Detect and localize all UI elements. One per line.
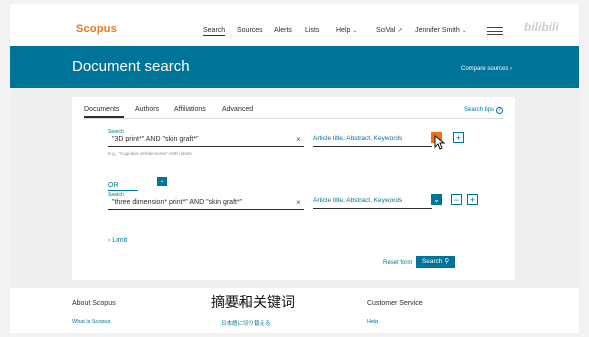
chevron-down-icon: ⌄: [352, 28, 358, 34]
tab-authors[interactable]: Authors: [135, 106, 159, 113]
add-row-button[interactable]: +: [467, 194, 478, 205]
chevron-down-icon: ⌄: [159, 178, 165, 184]
footer-about-heading: About Scopus: [72, 300, 116, 307]
search-icon: ⚲: [444, 258, 450, 265]
search-tips-link[interactable]: Search tips?: [464, 107, 504, 114]
user-name: Jennifer Smith: [415, 27, 460, 34]
nav-search[interactable]: Search: [203, 27, 226, 36]
top-navigation-bar: Scopus Search Sources Alerts Lists Help ⌄…: [10, 4, 579, 46]
video-watermark: bilibili: [524, 20, 559, 34]
search-button[interactable]: Search ⚲: [416, 256, 455, 268]
search-hint: E.g., "Cognitive architectures" AND robo…: [108, 151, 192, 156]
search-input-underline: [108, 146, 304, 147]
search-input-1[interactable]: "3D print*" AND "skin graft*": [112, 136, 199, 143]
chevron-down-icon: ⌄: [432, 194, 441, 204]
search-field-label: Search: [108, 129, 124, 135]
footer-what-is-scopus-link[interactable]: What is Scopus: [72, 319, 110, 325]
mouse-cursor-icon: [434, 135, 446, 150]
boolean-operator-select[interactable]: OR: [108, 182, 119, 189]
footer-customer-service-heading: Customer Service: [367, 300, 423, 307]
compare-sources-link[interactable]: Compare sources ›: [461, 66, 512, 72]
search-tips-label: Search tips: [464, 107, 495, 113]
operator-dropdown-button[interactable]: ⌄: [157, 177, 167, 186]
nav-lists[interactable]: Lists: [305, 27, 319, 34]
footer-language-link[interactable]: 日本語に切り替える: [221, 319, 270, 327]
clear-icon[interactable]: ×: [296, 135, 301, 144]
scope-dropdown-button-2[interactable]: ⌄: [431, 194, 442, 205]
limit-label: Limit: [112, 237, 128, 244]
scope-underline: [313, 146, 432, 147]
clear-icon[interactable]: ×: [296, 198, 301, 207]
nav-scival[interactable]: SciVal ↗: [376, 27, 402, 34]
video-subtitle: 摘要和关键词: [211, 295, 295, 311]
tab-advanced[interactable]: Advanced: [222, 106, 253, 113]
nav-alerts[interactable]: Alerts: [274, 27, 292, 34]
chevron-right-icon: ›: [510, 66, 513, 72]
nav-help-label: Help: [336, 27, 351, 34]
limit-toggle[interactable]: › Limit: [108, 237, 127, 244]
external-link-icon: ↗: [397, 28, 403, 34]
compare-sources-label: Compare sources: [461, 66, 509, 72]
nav-help[interactable]: Help ⌄: [336, 27, 357, 34]
operator-underline: [108, 190, 138, 191]
tabs-divider: [84, 118, 503, 119]
chevron-down-icon: ⌄: [461, 28, 467, 34]
minus-icon: −: [453, 195, 460, 205]
scope-underline: [313, 208, 432, 209]
search-button-label: Search: [421, 258, 443, 265]
nav-user-menu[interactable]: Jennifer Smith ⌄: [415, 27, 467, 34]
search-field-label: Search: [108, 192, 124, 198]
page-banner: Document search Compare sources ›: [10, 46, 579, 88]
remove-row-button[interactable]: −: [451, 194, 462, 205]
page-title: Document search: [72, 58, 190, 75]
app-frame: Scopus Search Sources Alerts Lists Help ⌄…: [10, 4, 579, 333]
field-scope-select-1[interactable]: Article title, Abstract, Keywords: [313, 135, 402, 142]
help-circle-icon: ?: [496, 107, 504, 114]
scopus-logo[interactable]: Scopus: [76, 23, 117, 35]
reset-form-link[interactable]: Reset form: [383, 260, 412, 266]
chevron-right-icon: ›: [108, 237, 111, 244]
search-form-card: Documents Authors Affiliations Advanced …: [72, 97, 515, 280]
plus-icon: +: [455, 133, 462, 143]
nav-scival-label: SciVal: [376, 27, 396, 34]
add-row-button[interactable]: +: [453, 132, 464, 143]
tab-affiliations[interactable]: Affiliations: [174, 106, 206, 113]
tab-documents[interactable]: Documents: [84, 106, 119, 113]
plus-icon: +: [469, 195, 476, 205]
hamburger-menu-icon[interactable]: [487, 27, 503, 35]
search-input-underline: [108, 209, 304, 210]
field-scope-select-2[interactable]: Article title, Abstract, Keywords: [313, 197, 402, 204]
footer-help-link[interactable]: Help: [367, 319, 378, 325]
search-input-2[interactable]: "three dimension* print*" AND "skin graf…: [112, 199, 242, 206]
nav-sources[interactable]: Sources: [237, 27, 263, 34]
